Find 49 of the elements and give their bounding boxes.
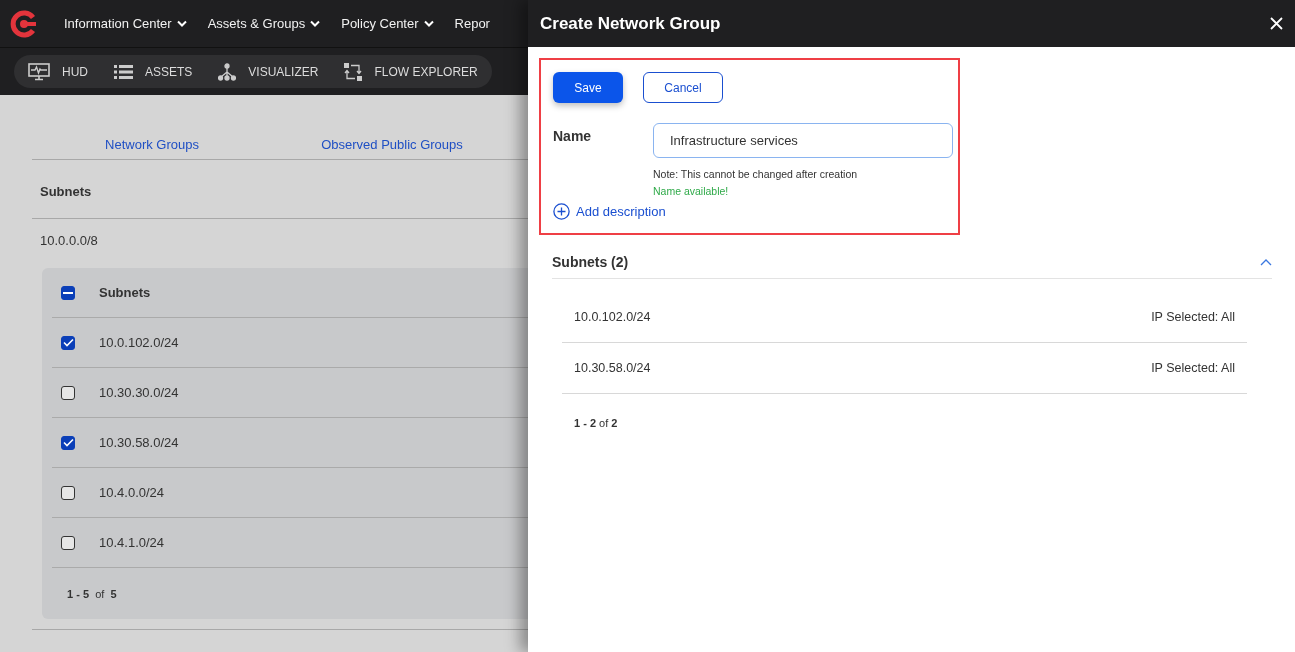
table-cell: 10.4.1.0/24 — [99, 535, 165, 550]
section-title: Subnets (2) — [552, 254, 629, 270]
list-icon — [114, 63, 133, 80]
field-note: Note: This cannot be changed after creation — [653, 168, 859, 180]
nav-menu-item[interactable]: Policy Center — [341, 16, 434, 31]
table-cell: 10.0.102.0/24 — [99, 335, 179, 350]
select-all-checkbox[interactable] — [61, 285, 75, 300]
close-icon[interactable] — [1270, 17, 1283, 30]
toolbar-link[interactable]: ASSETS — [114, 63, 193, 80]
row-checkbox[interactable] — [61, 535, 75, 550]
node-tree-icon — [218, 62, 237, 81]
nav-menu-item[interactable]: Repor — [454, 16, 490, 31]
row-checkbox[interactable] — [61, 385, 75, 400]
cancel-button[interactable]: Cancel — [643, 72, 723, 103]
name-input-field[interactable]: Infrastructure services — [653, 123, 953, 158]
subnet-cell: 10.30.58.0/24 — [574, 361, 651, 375]
tab[interactable]: Observed Public Groups — [272, 129, 512, 159]
flow-icon — [344, 62, 363, 81]
monitor-icon — [28, 62, 50, 81]
minus-icon — [63, 291, 73, 294]
checkmark-icon — [62, 338, 74, 347]
logo-icon[interactable] — [10, 9, 38, 38]
row-checkbox[interactable] — [61, 485, 75, 500]
tab[interactable]: Network Groups — [32, 129, 272, 159]
add-description-link[interactable]: Add description — [553, 203, 666, 220]
pagination-text: 1 - 5 of 5 — [67, 587, 117, 600]
nav-menu-item[interactable]: Information Center — [64, 16, 187, 31]
validation-message: Name available! — [653, 185, 730, 197]
table-cell: 10.30.58.0/24 — [99, 435, 179, 450]
row-checkbox[interactable] — [61, 335, 75, 350]
table-cell: 10.4.0.0/24 — [99, 485, 165, 500]
row-checkbox[interactable] — [61, 435, 75, 450]
ip-selected-cell: IP Selected: All — [1151, 361, 1235, 375]
checkmark-icon — [62, 438, 74, 447]
nav-menu-item[interactable]: Assets & Groups — [207, 16, 321, 31]
pagination-text: 1 - 2 of 2 — [574, 417, 618, 429]
toolbar-link[interactable]: HUD — [28, 62, 88, 81]
drawer-title: Create Network Group — [540, 13, 721, 34]
ip-selected-cell: IP Selected: All — [1151, 310, 1235, 324]
subnet-label: 10.0.0.0/8 — [39, 232, 99, 250]
subnet-cell: 10.0.102.0/24 — [574, 310, 651, 324]
field-label: Name — [553, 127, 593, 146]
save-button[interactable]: Save — [553, 72, 623, 103]
toolbar-link[interactable]: VISUALIZER — [218, 62, 319, 81]
chevron-icon[interactable] — [1260, 258, 1272, 266]
column-header: Subnets — [99, 285, 151, 300]
toolbar-link[interactable]: FLOW EXPLORER — [344, 62, 478, 81]
table-cell: 10.30.30.0/24 — [99, 385, 179, 400]
plus-circle-icon — [553, 203, 570, 220]
